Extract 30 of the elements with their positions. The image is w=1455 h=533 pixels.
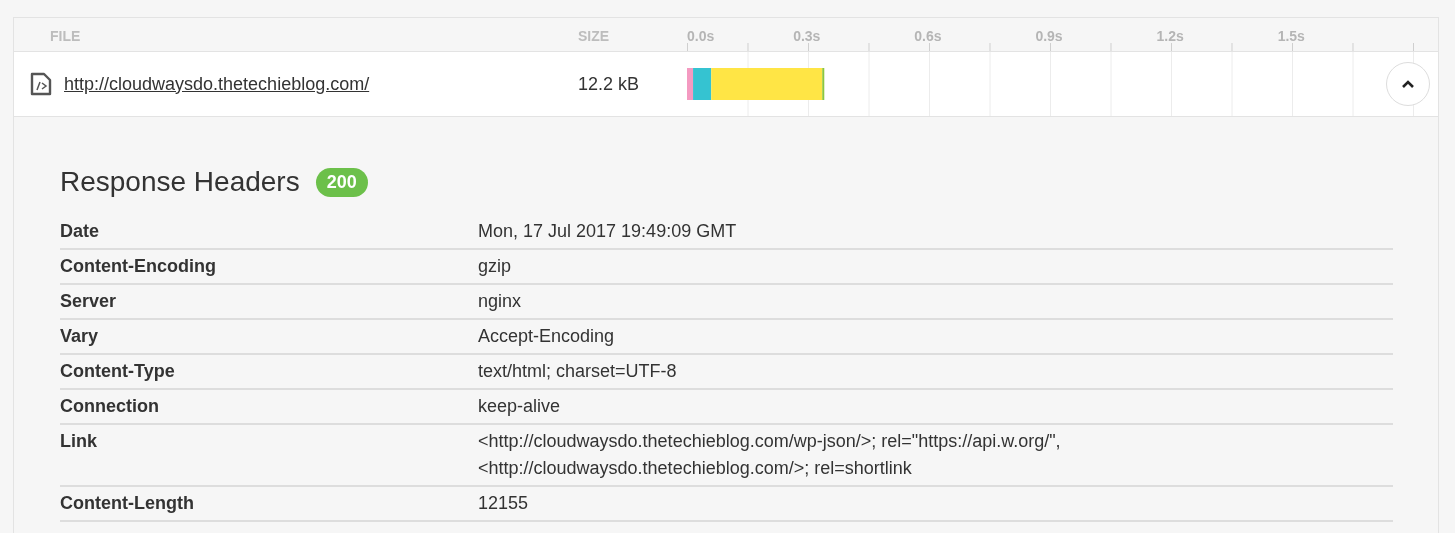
chevron-up-icon bbox=[1401, 79, 1415, 89]
file-size: 12.2 kB bbox=[577, 72, 641, 96]
request-url-link[interactable]: http://cloudwaysdo.thetechieblog.com/ bbox=[64, 70, 370, 98]
header-name: Content-Type bbox=[60, 361, 176, 382]
header-value: nginx bbox=[478, 290, 522, 313]
axis-tick-label: 0.0s bbox=[687, 27, 715, 46]
column-header: FILE bbox=[49, 27, 82, 46]
header-name: Vary bbox=[60, 326, 100, 347]
section-title: Response Headers bbox=[60, 165, 300, 199]
axis-tick-label: 0.6s bbox=[914, 27, 942, 46]
code-file-icon bbox=[30, 72, 52, 96]
header-name: Link bbox=[60, 431, 98, 453]
header-value: <http://cloudwaysdo.thetechieblog.com/wp-json/>; rel="https://api.w.org/", <http://cloudwaysdo.thetechieblog.com/>; rel=shortlink bbox=[478, 430, 1061, 480]
axis-tick-label: 0.3s bbox=[793, 27, 821, 46]
axis-tick-label: 1.2s bbox=[1156, 27, 1184, 46]
status-badge: 200 bbox=[315, 167, 368, 197]
header-name: Server bbox=[60, 291, 118, 312]
header-name: Content-Encoding bbox=[60, 256, 217, 277]
header-name: Date bbox=[60, 221, 100, 242]
header-value: keep-alive bbox=[478, 395, 561, 418]
header-value: Mon, 17 Jul 2017 19:49:09 GMT bbox=[478, 220, 737, 243]
axis-tick-label: 1.5s bbox=[1277, 27, 1305, 46]
header-name: Connection bbox=[60, 396, 160, 417]
header-value: gzip bbox=[478, 255, 512, 278]
header-value: text/html; charset=UTF-8 bbox=[478, 360, 677, 383]
axis-tick-label: 0.9s bbox=[1035, 27, 1063, 46]
header-name: Content-Length bbox=[60, 493, 195, 514]
column-header: SIZE bbox=[577, 27, 611, 46]
header-value: 12155 bbox=[478, 492, 529, 515]
header-value: Accept-Encoding bbox=[478, 325, 615, 348]
